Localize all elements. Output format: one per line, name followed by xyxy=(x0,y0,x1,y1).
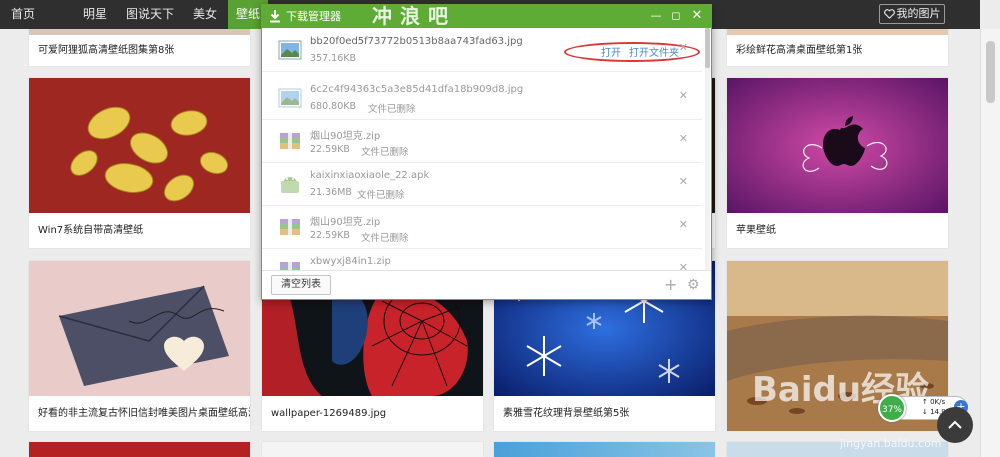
remove-item-icon[interactable]: ✕ xyxy=(679,41,688,54)
file-name: xbwyxj84in1.zip xyxy=(310,256,391,267)
upload-speed-value: 0K/s xyxy=(930,398,946,406)
close-icon[interactable]: ✕ xyxy=(689,8,705,24)
heart-icon xyxy=(883,9,895,19)
wallpaper-card[interactable] xyxy=(494,442,715,457)
download-item[interactable]: kaixinxiaoxiaole_22.apk 21.36MB 文件已删除 ✕ xyxy=(262,162,702,206)
card-caption: 可爱阿狸狐高清壁纸图集第8张 xyxy=(38,45,175,56)
page-scrollbar[interactable] xyxy=(980,29,1000,457)
file-status: 文件已删除 xyxy=(368,104,416,115)
wallpaper-card[interactable] xyxy=(29,442,250,457)
archive-file-icon xyxy=(280,133,300,149)
download-list-scrollbar[interactable] xyxy=(705,28,710,272)
download-item[interactable]: 烟山90坦克.zip 22.59KB 文件已删除 ✕ xyxy=(262,205,702,249)
nav-item-home[interactable]: 首页 xyxy=(0,0,46,29)
card-caption: 好看的非主流复古怀旧信封唯美图片桌面壁纸高清... xyxy=(38,408,250,419)
nav-item-stars[interactable]: 明星 xyxy=(72,0,118,29)
file-name: bb20f0ed5f73772b0513b8aa743fad63.jpg xyxy=(310,36,523,47)
nav-item-beauty[interactable]: 美女 xyxy=(184,0,226,29)
file-name: 烟山90坦克.zip xyxy=(310,131,381,142)
my-pics-button[interactable]: 我的图片 xyxy=(879,4,945,24)
card-image xyxy=(29,78,250,213)
scrollbar-thumb[interactable] xyxy=(986,41,995,103)
wallpaper-card[interactable]: 可爱阿狸狐高清壁纸图集第8张 xyxy=(29,29,250,66)
card-caption: 苹果壁纸 xyxy=(736,225,776,236)
maximize-icon[interactable]: ◻ xyxy=(668,8,684,24)
clear-list-button[interactable]: 清空列表 xyxy=(271,275,331,295)
file-status: 文件已删除 xyxy=(357,190,405,201)
brand-logo: 冲浪吧 xyxy=(372,4,456,28)
apk-file-icon xyxy=(281,177,299,193)
file-status: 文件已删除 xyxy=(361,233,409,244)
watermark-url: jingyan.baidu.com xyxy=(840,437,942,450)
file-name: 烟山90坦克.zip xyxy=(310,217,381,228)
archive-file-icon xyxy=(280,219,300,235)
my-pics-label: 我的图片 xyxy=(896,7,941,20)
usage-percent-ball: 37% xyxy=(878,394,906,422)
file-name: kaixinxiaoxiaole_22.apk xyxy=(310,170,430,181)
download-list: bb20f0ed5f73772b0513b8aa743fad63.jpg 357… xyxy=(262,28,711,272)
remove-item-icon[interactable]: ✕ xyxy=(679,89,688,102)
remove-item-icon[interactable]: ✕ xyxy=(679,175,688,188)
download-item[interactable]: 烟山90坦克.zip 22.59KB 文件已删除 ✕ xyxy=(262,119,702,163)
wallpaper-card[interactable]: 彩绘鲜花高清桌面壁纸第1张 xyxy=(727,29,948,66)
wallpaper-card[interactable] xyxy=(262,442,483,457)
download-manager-window: 下载管理器 冲浪吧 — ◻ ✕ bb20f0ed5f73772b0513b8aa… xyxy=(261,4,712,300)
add-icon[interactable]: + xyxy=(664,277,677,293)
file-size: 21.36MB xyxy=(310,187,352,198)
download-icon xyxy=(270,10,280,23)
download-manager-footer: 清空列表 + ⚙ xyxy=(262,270,711,299)
minimize-icon[interactable]: — xyxy=(648,8,664,24)
card-image xyxy=(727,78,948,213)
download-manager-titlebar[interactable]: 下载管理器 冲浪吧 — ◻ ✕ xyxy=(262,5,711,28)
file-name: 6c2c4f94363c5a3e85d41dfa18b909d8.jpg xyxy=(310,84,524,95)
upload-speed: ↑ 0K/s xyxy=(922,398,946,406)
back-to-top-button[interactable] xyxy=(937,407,973,443)
download-item[interactable]: 6c2c4f94363c5a3e85d41dfa18b909d8.jpg 680… xyxy=(262,76,702,120)
card-caption: 素雅雪花纹理背景壁纸第5张 xyxy=(503,408,630,419)
wallpaper-card[interactable]: 好看的非主流复古怀旧信封唯美图片桌面壁纸高清... xyxy=(29,261,250,431)
remove-item-icon[interactable]: ✕ xyxy=(679,132,688,145)
image-file-icon xyxy=(278,88,302,108)
file-size: 22.59KB xyxy=(310,230,350,241)
nav-item-world[interactable]: 图说天下 xyxy=(120,0,180,29)
download-item[interactable]: bb20f0ed5f73772b0513b8aa743fad63.jpg 357… xyxy=(262,28,702,72)
chevron-up-icon xyxy=(948,420,962,429)
remove-item-icon[interactable]: ✕ xyxy=(679,218,688,231)
file-status: 文件已删除 xyxy=(361,147,409,158)
scrollbar-thumb[interactable] xyxy=(705,28,710,68)
image-file-icon xyxy=(278,40,302,60)
settings-gear-icon[interactable]: ⚙ xyxy=(687,277,700,293)
download-item[interactable]: xbwyxj84in1.zip ✕ xyxy=(262,248,702,272)
card-caption: 彩绘鲜花高清桌面壁纸第1张 xyxy=(736,45,863,56)
file-size: 22.59KB xyxy=(310,144,350,155)
wallpaper-card[interactable]: Win7系统自带高清壁纸 xyxy=(29,78,250,248)
wallpaper-card[interactable]: 苹果壁纸 xyxy=(727,78,948,248)
file-size: 357.16KB xyxy=(310,53,356,64)
file-size: 680.80KB xyxy=(310,101,356,112)
card-caption: Win7系统自带高清壁纸 xyxy=(38,225,144,236)
card-image xyxy=(29,261,250,396)
card-caption: wallpaper-1269489.jpg xyxy=(271,408,387,419)
download-manager-title: 下载管理器 xyxy=(286,10,341,23)
